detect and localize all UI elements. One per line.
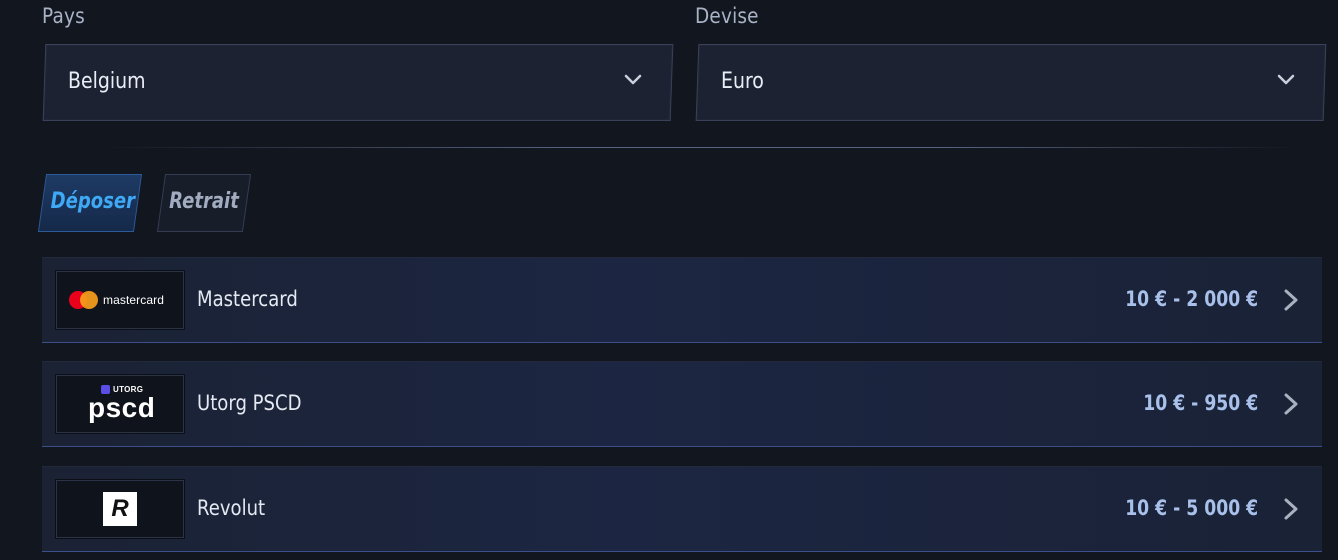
- chevron-right-icon: [1284, 289, 1298, 311]
- tab-withdraw[interactable]: Retrait: [156, 174, 252, 232]
- payment-method-name: Mastercard: [197, 287, 298, 311]
- country-select-value: Belgium: [68, 69, 146, 94]
- payment-method-name: Revolut: [197, 496, 266, 520]
- tab-deposit-label: Déposer: [50, 189, 136, 214]
- currency-select[interactable]: Euro: [695, 44, 1327, 121]
- payment-method-range: 10 € - 5 000 €: [1125, 496, 1258, 520]
- country-filter-label: Pays: [42, 4, 85, 28]
- currency-filter-label: Devise: [695, 4, 759, 28]
- payment-method-row-revolut[interactable]: R Revolut 10 € - 5 000 €: [42, 466, 1322, 552]
- tab-deposit[interactable]: Déposer: [37, 174, 143, 232]
- payment-method-range: 10 € - 950 €: [1142, 391, 1258, 415]
- tab-withdraw-label: Retrait: [169, 189, 239, 214]
- currency-select-value: Euro: [721, 69, 764, 94]
- payment-method-row-mastercard[interactable]: mastercard Mastercard 10 € - 2 000 €: [42, 257, 1322, 343]
- country-select[interactable]: Belgium: [42, 44, 674, 121]
- chevron-down-icon: [624, 74, 642, 85]
- chevron-right-icon: [1284, 498, 1298, 520]
- section-divider: [100, 147, 1298, 148]
- mastercard-logo: mastercard: [56, 271, 184, 329]
- revolut-logo: R: [56, 480, 184, 538]
- chevron-down-icon: [1277, 74, 1295, 85]
- payment-method-row-utorg-pscd[interactable]: UTORG pscd Utorg PSCD 10 € - 950 €: [42, 361, 1322, 447]
- utorg-pscd-logo: UTORG pscd: [56, 375, 184, 433]
- payment-method-name: Utorg PSCD: [197, 391, 302, 415]
- payment-method-range: 10 € - 2 000 €: [1125, 287, 1258, 311]
- chevron-right-icon: [1284, 393, 1298, 415]
